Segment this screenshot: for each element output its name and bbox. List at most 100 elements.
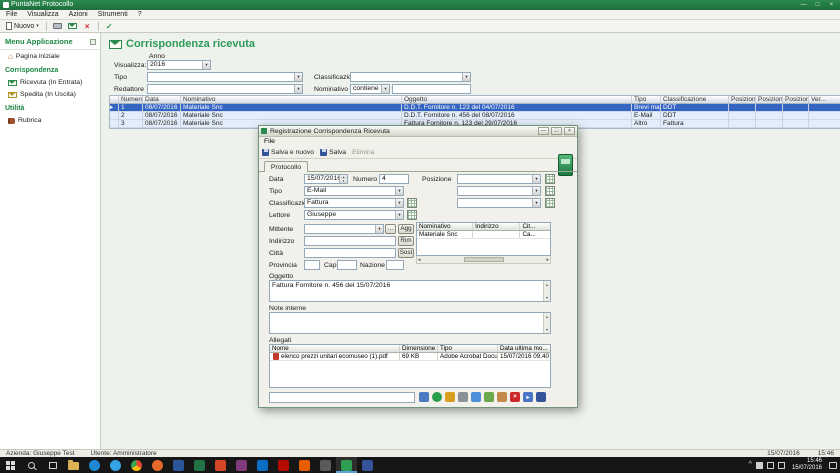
delete-button[interactable]: × xyxy=(81,21,94,32)
document-icon[interactable] xyxy=(471,392,481,402)
posizione1-select[interactable]: ▾ xyxy=(457,174,541,184)
column-header[interactable]: Ver... xyxy=(809,96,840,103)
action-center-icon[interactable] xyxy=(829,461,837,469)
rim-button[interactable]: Rim xyxy=(398,236,414,246)
taskbar-app-media-player[interactable] xyxy=(294,457,315,473)
oggetto-textarea[interactable]: Fattura Fornitore n. 456 del 15/07/2016 … xyxy=(269,280,551,302)
chevron-down-icon[interactable]: ▾ xyxy=(294,73,302,81)
dialog-menu-file[interactable]: File xyxy=(259,138,280,145)
taskbar-app-file-explorer[interactable] xyxy=(63,457,84,473)
menu-azioni[interactable]: Azioni xyxy=(64,10,93,20)
column-header[interactable]: Tipo xyxy=(438,345,498,352)
classificazione-dialog-select[interactable]: Fattura ▾ xyxy=(304,198,404,208)
attachment-path-input[interactable] xyxy=(269,392,415,403)
classificazione-select[interactable]: ▾ xyxy=(350,72,471,82)
taskbar-app-outlook[interactable] xyxy=(252,457,273,473)
tab-protocollo[interactable]: Protocollo xyxy=(264,161,308,172)
taskbar-app-word[interactable] xyxy=(168,457,189,473)
tray-status-icon[interactable] xyxy=(755,461,763,469)
taskbar-app-puntanet-active[interactable] xyxy=(336,457,357,473)
dialog-maximize-button[interactable]: □ xyxy=(551,127,562,135)
send-button[interactable] xyxy=(66,21,79,32)
start-button[interactable] xyxy=(0,457,21,473)
data-field[interactable]: 15/07/2016 ▴ ▾ xyxy=(304,174,348,184)
mittente-select[interactable]: ▾ xyxy=(304,224,384,234)
chevron-down-icon[interactable]: ▾ xyxy=(381,85,389,93)
copy-icon[interactable] xyxy=(484,392,494,402)
print-icon[interactable] xyxy=(458,392,468,402)
column-header[interactable]: Data xyxy=(143,96,181,103)
scroll-right-icon[interactable]: ▸ xyxy=(546,257,549,263)
menu-file[interactable]: File xyxy=(1,10,22,20)
minimize-button[interactable]: — xyxy=(797,1,810,9)
chevron-down-icon[interactable]: ▾ xyxy=(532,187,540,195)
web-icon[interactable] xyxy=(432,392,442,402)
redattore-select[interactable]: ▾ xyxy=(147,84,303,94)
contact-row[interactable]: Materiale Snc Ca... xyxy=(417,231,550,239)
column-header[interactable]: Cit... xyxy=(520,223,550,230)
chevron-down-icon[interactable]: ▾ xyxy=(395,187,403,195)
lettore-select[interactable]: Giuseppe ▾ xyxy=(304,210,404,220)
scroll-up-icon[interactable]: ▴ xyxy=(546,314,548,319)
indirizzo-field[interactable] xyxy=(304,236,396,246)
mail-icon[interactable] xyxy=(445,392,455,402)
scroll-down-icon[interactable]: ▾ xyxy=(546,327,548,332)
taskbar-app-excel[interactable] xyxy=(189,457,210,473)
maximize-button[interactable]: □ xyxy=(811,1,824,9)
column-header[interactable]: Posizione2 xyxy=(756,96,783,103)
taskbar-app-edge[interactable] xyxy=(84,457,105,473)
tipo-dialog-select[interactable]: E-Mail ▾ xyxy=(304,186,404,196)
taskbar-app-store[interactable] xyxy=(357,457,378,473)
sidebar-item-spedita[interactable]: Spedita (In Uscita) xyxy=(0,88,100,100)
anno-select[interactable]: 2016 ▾ xyxy=(147,60,211,70)
mittente-browse-button[interactable]: ... xyxy=(385,224,396,234)
sidebar-item-ricevuta[interactable]: Ricevuta (In Entrata) xyxy=(0,76,100,88)
table-row[interactable]: 2 08/07/2016 Materiale Snc D.D.T. Fornit… xyxy=(110,112,840,120)
network-icon[interactable] xyxy=(766,461,774,469)
column-header[interactable]: Nominativo xyxy=(181,96,402,103)
chevron-down-icon[interactable]: ▾ xyxy=(395,199,403,207)
column-header[interactable]: Nominativo xyxy=(417,223,474,230)
dialog-close-button[interactable]: × xyxy=(564,127,575,135)
taskbar-app-onenote[interactable] xyxy=(231,457,252,473)
chevron-down-icon[interactable]: ▾ xyxy=(532,175,540,183)
posizione3-select[interactable]: ▾ xyxy=(457,198,541,208)
close-button[interactable]: × xyxy=(825,1,838,9)
taskbar-clock[interactable]: 15:46 15/07/2016 xyxy=(792,458,822,472)
taskbar-app-settings[interactable] xyxy=(315,457,336,473)
nazione-field[interactable] xyxy=(386,260,404,270)
column-header[interactable]: Posizione1 xyxy=(729,96,756,103)
dialog-titlebar[interactable]: Registrazione Corrispondenza Ricevuta — … xyxy=(259,126,577,137)
note-scrollbar[interactable]: ▴ ▾ xyxy=(543,313,550,333)
column-header[interactable]: Dimensione xyxy=(400,345,438,352)
contiene-select[interactable]: contiene ▾ xyxy=(350,84,390,94)
spinner-down-icon[interactable]: ▾ xyxy=(340,179,347,183)
attachment-row[interactable]: elenco prezzi unitari ecomuseo (1).pdf 6… xyxy=(270,353,550,361)
scroll-down-icon[interactable]: ▾ xyxy=(546,295,548,300)
chevron-down-icon[interactable]: ▾ xyxy=(294,85,302,93)
classificazione-lookup-button[interactable] xyxy=(407,198,417,208)
column-header[interactable]: Nome xyxy=(270,345,400,352)
chevron-down-icon[interactable]: ▾ xyxy=(375,225,383,233)
grid-view-icon[interactable] xyxy=(419,392,429,402)
menu-help[interactable]: ? xyxy=(133,10,147,20)
chevron-down-icon[interactable]: ▾ xyxy=(202,61,210,69)
menu-visualizza[interactable]: Visualizza xyxy=(22,10,63,20)
column-header[interactable]: Numero xyxy=(119,96,143,103)
chevron-down-icon[interactable]: ▾ xyxy=(462,73,470,81)
numero-field[interactable]: 4 xyxy=(379,174,409,184)
sost-button[interactable]: Sost xyxy=(398,248,414,258)
print-button[interactable] xyxy=(51,21,64,32)
date-spinner[interactable]: ▴ ▾ xyxy=(339,175,347,183)
new-dropdown-icon[interactable]: ▾ xyxy=(36,23,39,29)
provincia-field[interactable] xyxy=(304,260,320,270)
cap-field[interactable] xyxy=(337,260,357,270)
tray-chevron-icon[interactable]: ^ xyxy=(749,461,752,469)
posizione2-lookup-button[interactable] xyxy=(545,186,555,196)
sidebar-item-pagina-iniziale[interactable]: ⌂ Pagina iniziale xyxy=(0,50,100,62)
task-view-button[interactable] xyxy=(42,457,63,473)
chevron-down-icon[interactable]: ▾ xyxy=(532,199,540,207)
table-row-selected[interactable]: ▸ 1 08/07/2016 Materiale Snc D.D.T. Forn… xyxy=(110,104,840,112)
column-header[interactable]: Data ultima mo... xyxy=(498,345,550,352)
posizione1-lookup-button[interactable] xyxy=(545,174,555,184)
